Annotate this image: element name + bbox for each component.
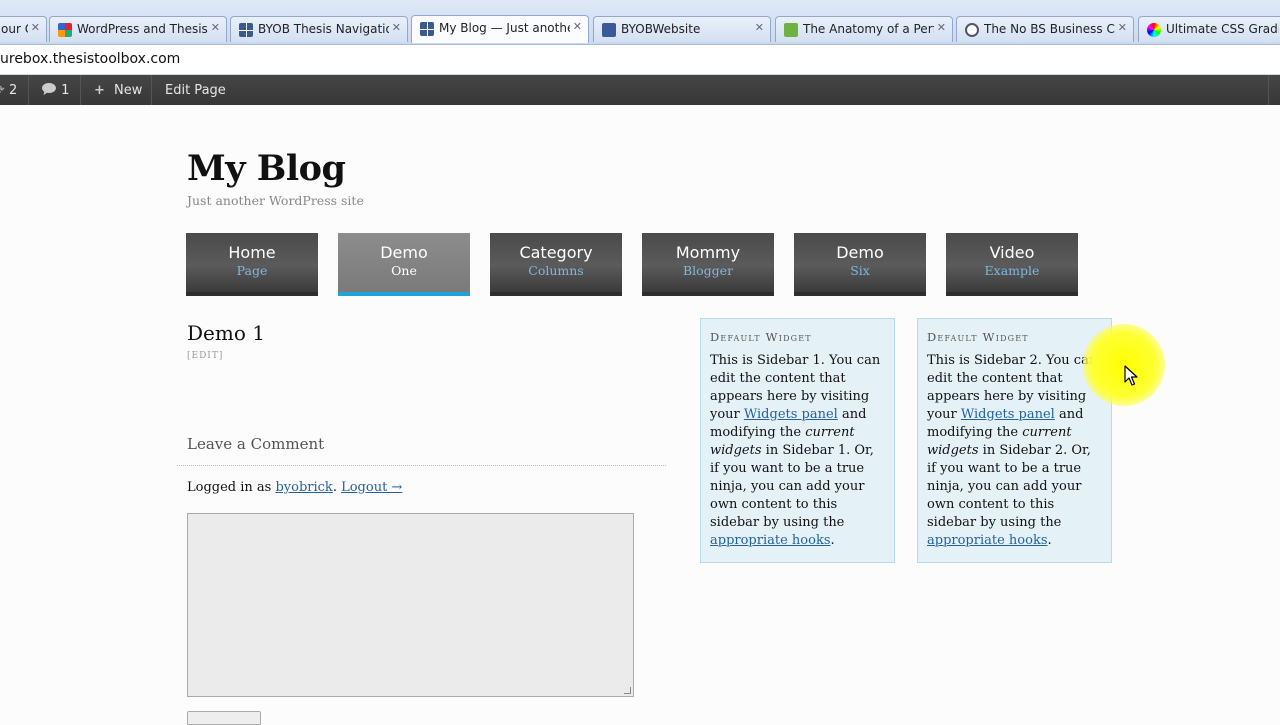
plus-icon: + <box>94 83 105 98</box>
submit-comment-button[interactable] <box>187 711 261 725</box>
close-icon[interactable]: ✕ <box>755 21 764 34</box>
browser-tab[interactable]: BYOB Thesis Navigation ✕ <box>230 16 408 42</box>
close-icon[interactable]: ✕ <box>31 21 40 34</box>
tab-title: Ultimate CSS Gradient <box>1166 22 1279 36</box>
globe-icon <box>965 23 979 37</box>
google-grid-icon <box>58 23 72 37</box>
widgets-panel-link[interactable]: Widgets panel <box>961 407 1055 422</box>
edit-page-link[interactable]: Edit Page <box>165 75 226 105</box>
tab-title: our O <box>1 22 28 36</box>
widget-text: This is Sidebar 1. You can edit the cont… <box>710 352 885 550</box>
nav-item-demo-one[interactable]: Demo One <box>338 233 470 296</box>
site-title[interactable]: My Blog <box>187 148 346 189</box>
url-text[interactable]: urebox.thesistoolbox.com <box>0 51 180 67</box>
widget-heading: Default Widget <box>710 330 812 344</box>
nav-sublabel: Page <box>236 263 268 278</box>
nav-item-home[interactable]: Home Page <box>186 233 318 296</box>
browser-tab[interactable]: our O ✕ <box>0 16 47 42</box>
updates-icon: ⟳ <box>0 83 9 98</box>
mouse-pointer-icon <box>1124 365 1138 386</box>
divider <box>1268 75 1269 105</box>
browser-tab[interactable]: Ultimate CSS Gradient <box>1138 16 1280 42</box>
widget-text: This is Sidebar 2. You can edit the cont… <box>927 352 1102 550</box>
logged-in-prefix: Logged in as <box>187 480 276 495</box>
new-label: New <box>114 83 143 98</box>
close-icon[interactable]: ✕ <box>392 21 401 34</box>
site-description: Just another WordPress site <box>187 193 364 208</box>
green-doc-icon <box>784 23 798 37</box>
browser-tab[interactable]: WordPress and Thesis Tu ✕ <box>49 16 227 42</box>
sidebar-2-widget: Default Widget This is Sidebar 2. You ca… <box>917 318 1112 563</box>
tab-title: BYOB Thesis Navigation <box>258 22 389 36</box>
sidebar-1-widget: Default Widget This is Sidebar 1. You ca… <box>700 318 895 563</box>
nav-sublabel: One <box>391 263 417 278</box>
nav-label: Video <box>989 243 1035 262</box>
comment-bubble-icon <box>42 83 56 95</box>
separator-text: . <box>332 480 342 495</box>
username-link[interactable]: byobrick <box>275 480 332 495</box>
tab-title: WordPress and Thesis Tu <box>77 22 208 36</box>
browser-tab-active[interactable]: My Blog — Just another ✕ <box>411 15 589 43</box>
grid-icon <box>420 22 434 36</box>
updates-count: 2 <box>9 83 18 98</box>
color-wheel-icon <box>1147 23 1161 37</box>
widgets-panel-link[interactable]: Widgets panel <box>744 407 838 422</box>
browser-tab[interactable]: The No BS Business Coac ✕ <box>956 16 1134 42</box>
close-icon[interactable]: ✕ <box>937 21 946 34</box>
tab-title: My Blog — Just another <box>439 21 570 35</box>
nav-label: Home <box>228 243 276 262</box>
nav-sublabel: Six <box>850 263 870 278</box>
resize-grip-icon[interactable] <box>624 687 631 694</box>
comments-item[interactable]: 1 <box>41 75 69 105</box>
logged-in-line: Logged in as byobrick. Logout → <box>187 480 402 495</box>
nav-label: Mommy <box>675 243 741 262</box>
browser-tab-strip: our O ✕ WordPress and Thesis Tu ✕ BYOB T… <box>0 0 1280 44</box>
hooks-link[interactable]: appropriate hooks <box>710 533 831 548</box>
hooks-link[interactable]: appropriate hooks <box>927 533 1048 548</box>
nav-label: Demo <box>380 243 428 262</box>
widget-text-part: . <box>830 533 835 548</box>
comment-textarea[interactable] <box>187 513 634 697</box>
nav-label: Demo <box>836 243 884 262</box>
tab-title: BYOBWebsite <box>621 22 701 36</box>
tab-title: The Anatomy of a Perfec <box>803 22 934 36</box>
nav-item-demo-six[interactable]: Demo Six <box>794 233 926 296</box>
close-icon[interactable]: ✕ <box>211 21 220 34</box>
nav-item-category[interactable]: Category Columns <box>490 233 622 296</box>
new-item[interactable]: + New <box>94 75 142 105</box>
divider <box>151 75 152 105</box>
divider <box>177 465 666 466</box>
widget-heading: Default Widget <box>927 330 1029 344</box>
updates-item[interactable]: ⟳ 2 <box>0 75 17 105</box>
nav-item-mommy[interactable]: Mommy Blogger <box>642 233 774 296</box>
leave-comment-heading: Leave a Comment <box>187 435 325 453</box>
nav-sublabel: Blogger <box>682 263 734 278</box>
browser-tab[interactable]: The Anatomy of a Perfec ✕ <box>775 16 953 42</box>
comments-count: 1 <box>61 83 70 98</box>
nav-sublabel: Columns <box>528 263 584 278</box>
widget-text-part: . <box>1047 533 1052 548</box>
nav-label: Category <box>519 243 593 262</box>
grid-icon <box>239 23 253 37</box>
nav-sublabel: Example <box>984 263 1040 278</box>
divider <box>28 75 29 105</box>
nav-item-video[interactable]: Video Example <box>946 233 1078 296</box>
post-title: Demo 1 <box>187 321 265 345</box>
tab-title: The No BS Business Coac <box>984 22 1115 36</box>
browser-tab[interactable]: BYOBWebsite ✕ <box>593 16 771 42</box>
post-edit-link[interactable]: [EDIT] <box>187 351 223 361</box>
close-icon[interactable]: ✕ <box>1118 21 1127 34</box>
wp-admin-bar: ⟳ 2 1 + New Edit Page <box>0 75 1280 105</box>
facebook-icon <box>602 23 616 37</box>
logout-link[interactable]: Logout → <box>341 480 402 495</box>
divider <box>80 75 81 105</box>
address-bar[interactable]: urebox.thesistoolbox.com <box>0 44 1280 75</box>
close-icon[interactable]: ✕ <box>573 20 582 33</box>
